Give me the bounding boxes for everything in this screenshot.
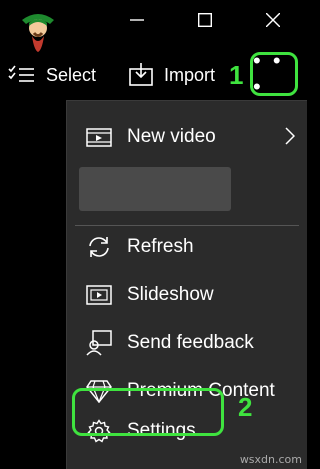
new-video-label: New video: [127, 126, 216, 147]
settings-highlight: [72, 388, 224, 436]
import-icon: [129, 63, 153, 86]
select-label: Select: [46, 64, 97, 85]
watermark: wsxdn.com: [239, 453, 302, 466]
more-icon: • • •: [253, 48, 284, 99]
close-button[interactable]: [250, 0, 296, 40]
video-icon: [85, 123, 113, 151]
app-logo: [14, 6, 62, 54]
refresh-label: Refresh: [127, 236, 194, 257]
slideshow-icon: [85, 281, 113, 309]
select-button[interactable]: Select: [8, 60, 96, 90]
menu-divider: [75, 225, 299, 226]
maximize-button[interactable]: [182, 0, 228, 40]
step-2-annotation: 2: [238, 392, 253, 422]
select-icon: [8, 65, 34, 82]
send-feedback-label: Send feedback: [127, 332, 254, 353]
more-options-button[interactable]: • • •: [250, 48, 298, 99]
menu-item-new-video[interactable]: New video: [67, 117, 307, 157]
feedback-icon: [85, 329, 113, 357]
import-label: Import: [164, 64, 216, 85]
menu-item-refresh[interactable]: Refresh: [67, 227, 307, 267]
refresh-icon: [85, 233, 113, 261]
slideshow-label: Slideshow: [127, 284, 214, 305]
import-button[interactable]: Import: [128, 60, 215, 90]
menu-item-slideshow[interactable]: Slideshow: [67, 275, 307, 315]
minimize-button[interactable]: [114, 0, 160, 40]
chevron-right-icon: [285, 127, 296, 151]
blurred-thumbnail: [79, 167, 231, 211]
step-1-annotation: 1: [229, 60, 244, 90]
menu-item-send-feedback[interactable]: Send feedback: [67, 323, 307, 363]
